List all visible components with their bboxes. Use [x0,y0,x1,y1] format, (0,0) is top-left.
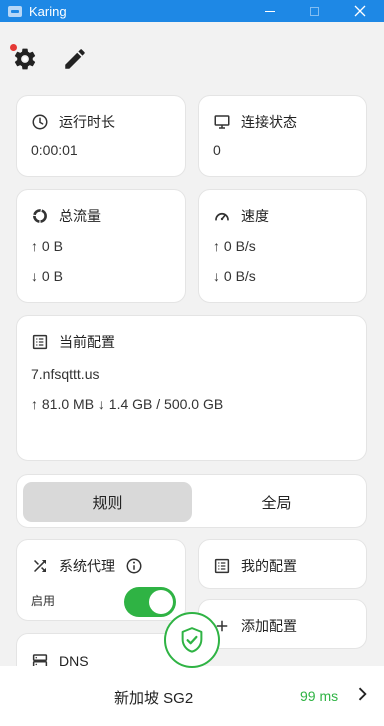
current-profile-usage: ↑ 81.0 MB ↓ 1.4 GB / 500.0 GB [31,396,224,412]
runtime-card: 运行时长 0:00:01 [16,95,186,177]
system-proxy-card: 系统代理 启用 [16,539,186,621]
pencil-icon [65,49,85,69]
connection-card: 连接状态 0 [198,95,367,177]
app-icon [8,5,22,17]
speed-card: 速度 ↑ 0 B/s ↓ 0 B/s [198,189,367,303]
minimize-icon [265,10,275,12]
clock-icon [32,114,48,130]
traffic-title: 总流量 [59,208,101,224]
window-title: Karing [29,3,67,19]
edit-button[interactable] [62,46,88,72]
server-name: 新加坡 SG2 [114,690,194,707]
list-icon [214,558,230,574]
add-profile-button[interactable]: 添加配置 [198,599,367,649]
maximize-button[interactable] [292,0,336,22]
shield-check-icon [181,627,203,653]
monitor-icon [214,115,230,129]
shuffle-icon [34,560,46,572]
system-proxy-title: 系统代理 [59,558,115,574]
mode-tabs: 规则 全局 [16,474,367,528]
runtime-title: 运行时长 [59,114,115,130]
system-proxy-toggle-label: 启用 [31,594,56,608]
chevron-right-icon [358,687,367,701]
my-profiles-button[interactable]: 我的配置 [198,539,367,589]
connection-value: 0 [213,142,221,158]
current-profile-card[interactable]: 当前配置 7.nfsqttt.us ↑ 81.0 MB ↓ 1.4 GB / 5… [16,315,367,461]
server-selector[interactable]: 新加坡 SG2 99 ms [0,666,384,726]
toggle-knob [149,590,173,614]
current-profile-title: 当前配置 [59,334,115,350]
latency-value: 99 ms [300,688,339,704]
traffic-card: 总流量 ↑ 0 B ↓ 0 B [16,189,186,303]
info-icon[interactable] [125,557,143,575]
speedometer-icon [215,212,229,221]
minimize-button[interactable] [248,0,292,22]
speed-up: ↑ 0 B/s [213,238,256,254]
donut-chart-icon [33,209,47,223]
current-profile-name: 7.nfsqttt.us [31,366,100,382]
my-profiles-label: 我的配置 [241,558,297,574]
connect-button[interactable] [164,612,220,668]
title-bar: Karing [0,0,384,22]
traffic-down: ↓ 0 B [31,268,63,284]
tab-rules[interactable]: 规则 [23,482,192,522]
close-icon [354,5,366,17]
close-button[interactable] [338,0,382,22]
traffic-up: ↑ 0 B [31,238,63,254]
add-profile-label: 添加配置 [241,618,297,634]
system-proxy-toggle[interactable] [124,587,176,617]
connection-title: 连接状态 [241,114,297,130]
maximize-icon [309,6,319,16]
runtime-value: 0:00:01 [31,142,78,158]
speed-title: 速度 [241,208,269,224]
speed-down: ↓ 0 B/s [213,268,256,284]
list-icon [32,334,48,350]
notification-dot [10,44,17,51]
tab-global[interactable]: 全局 [192,482,361,522]
